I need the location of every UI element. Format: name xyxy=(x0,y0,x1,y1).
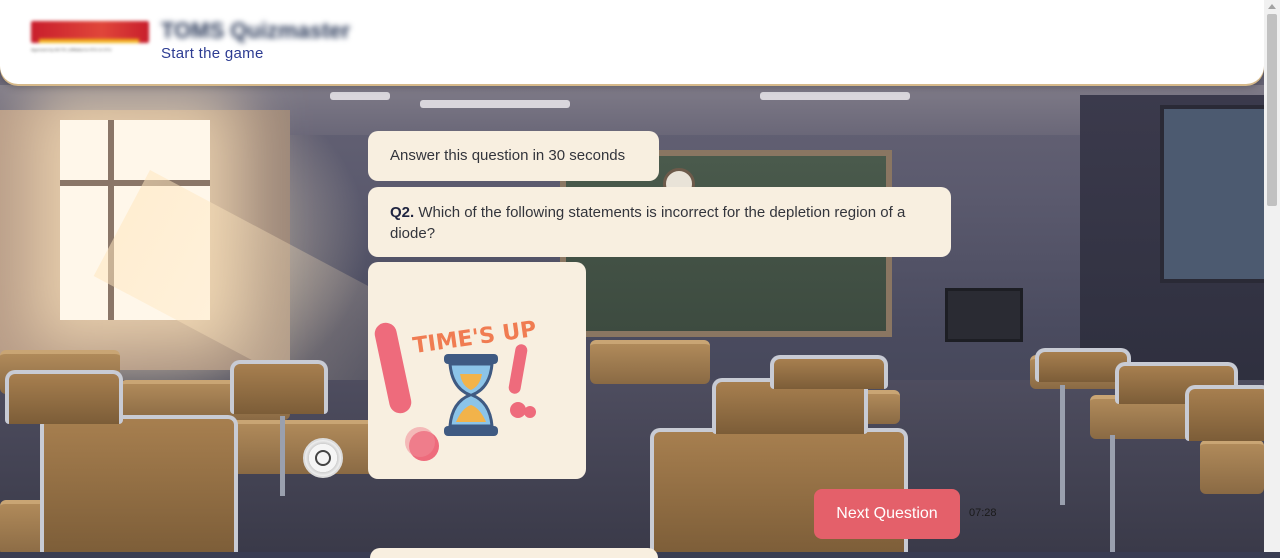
scroll-up-arrow-icon[interactable] xyxy=(1268,4,1276,9)
next-message-bubble-partial xyxy=(370,548,658,558)
desk xyxy=(590,340,710,384)
times-up-illustration: TIME'S UP xyxy=(374,317,538,461)
timestamp: 07:28 xyxy=(969,507,997,519)
desk-leg xyxy=(1110,435,1115,552)
emblem-inner-ring xyxy=(315,450,331,466)
times-up-image-bubble: TIME'S UP xyxy=(368,262,586,479)
timer-message-text: Answer this question in 30 seconds xyxy=(390,147,626,164)
scroll-thumb[interactable] xyxy=(1267,14,1277,206)
timer-message-bubble: Answer this question in 30 seconds xyxy=(368,131,659,181)
television xyxy=(945,288,1023,342)
emblem-icon xyxy=(303,438,343,478)
ceiling-light xyxy=(420,100,570,108)
desk-leg xyxy=(1060,385,1065,505)
ceiling-light xyxy=(760,92,910,100)
chair xyxy=(40,415,238,552)
exclamation-icon xyxy=(508,344,536,418)
hourglass-icon xyxy=(444,354,498,436)
next-question-button[interactable]: Next Question xyxy=(814,489,960,539)
logo-banner xyxy=(31,21,149,43)
question-number: Q2. xyxy=(390,204,415,221)
start-game-link[interactable]: Start the game xyxy=(161,45,264,62)
ceiling-light xyxy=(330,92,390,100)
app-title: TOMS Quizmaster xyxy=(161,18,351,43)
desk xyxy=(1200,440,1264,494)
desk-leg xyxy=(280,416,285,496)
chair xyxy=(1185,385,1272,441)
question-text: Which of the following statements is inc… xyxy=(390,204,906,242)
logo-subtext: Approved by AICTE | Affiliated to RTU & … xyxy=(31,47,112,52)
vertical-scrollbar[interactable] xyxy=(1264,0,1280,552)
app-header: Approved by AICTE | Affiliated to RTU & … xyxy=(0,0,1264,84)
question-bubble: Q2. Which of the following statements is… xyxy=(368,187,951,257)
chair xyxy=(5,370,123,424)
chair xyxy=(230,360,328,414)
college-logo: Approved by AICTE | Affiliated to RTU & … xyxy=(31,21,149,55)
chair xyxy=(770,355,888,389)
